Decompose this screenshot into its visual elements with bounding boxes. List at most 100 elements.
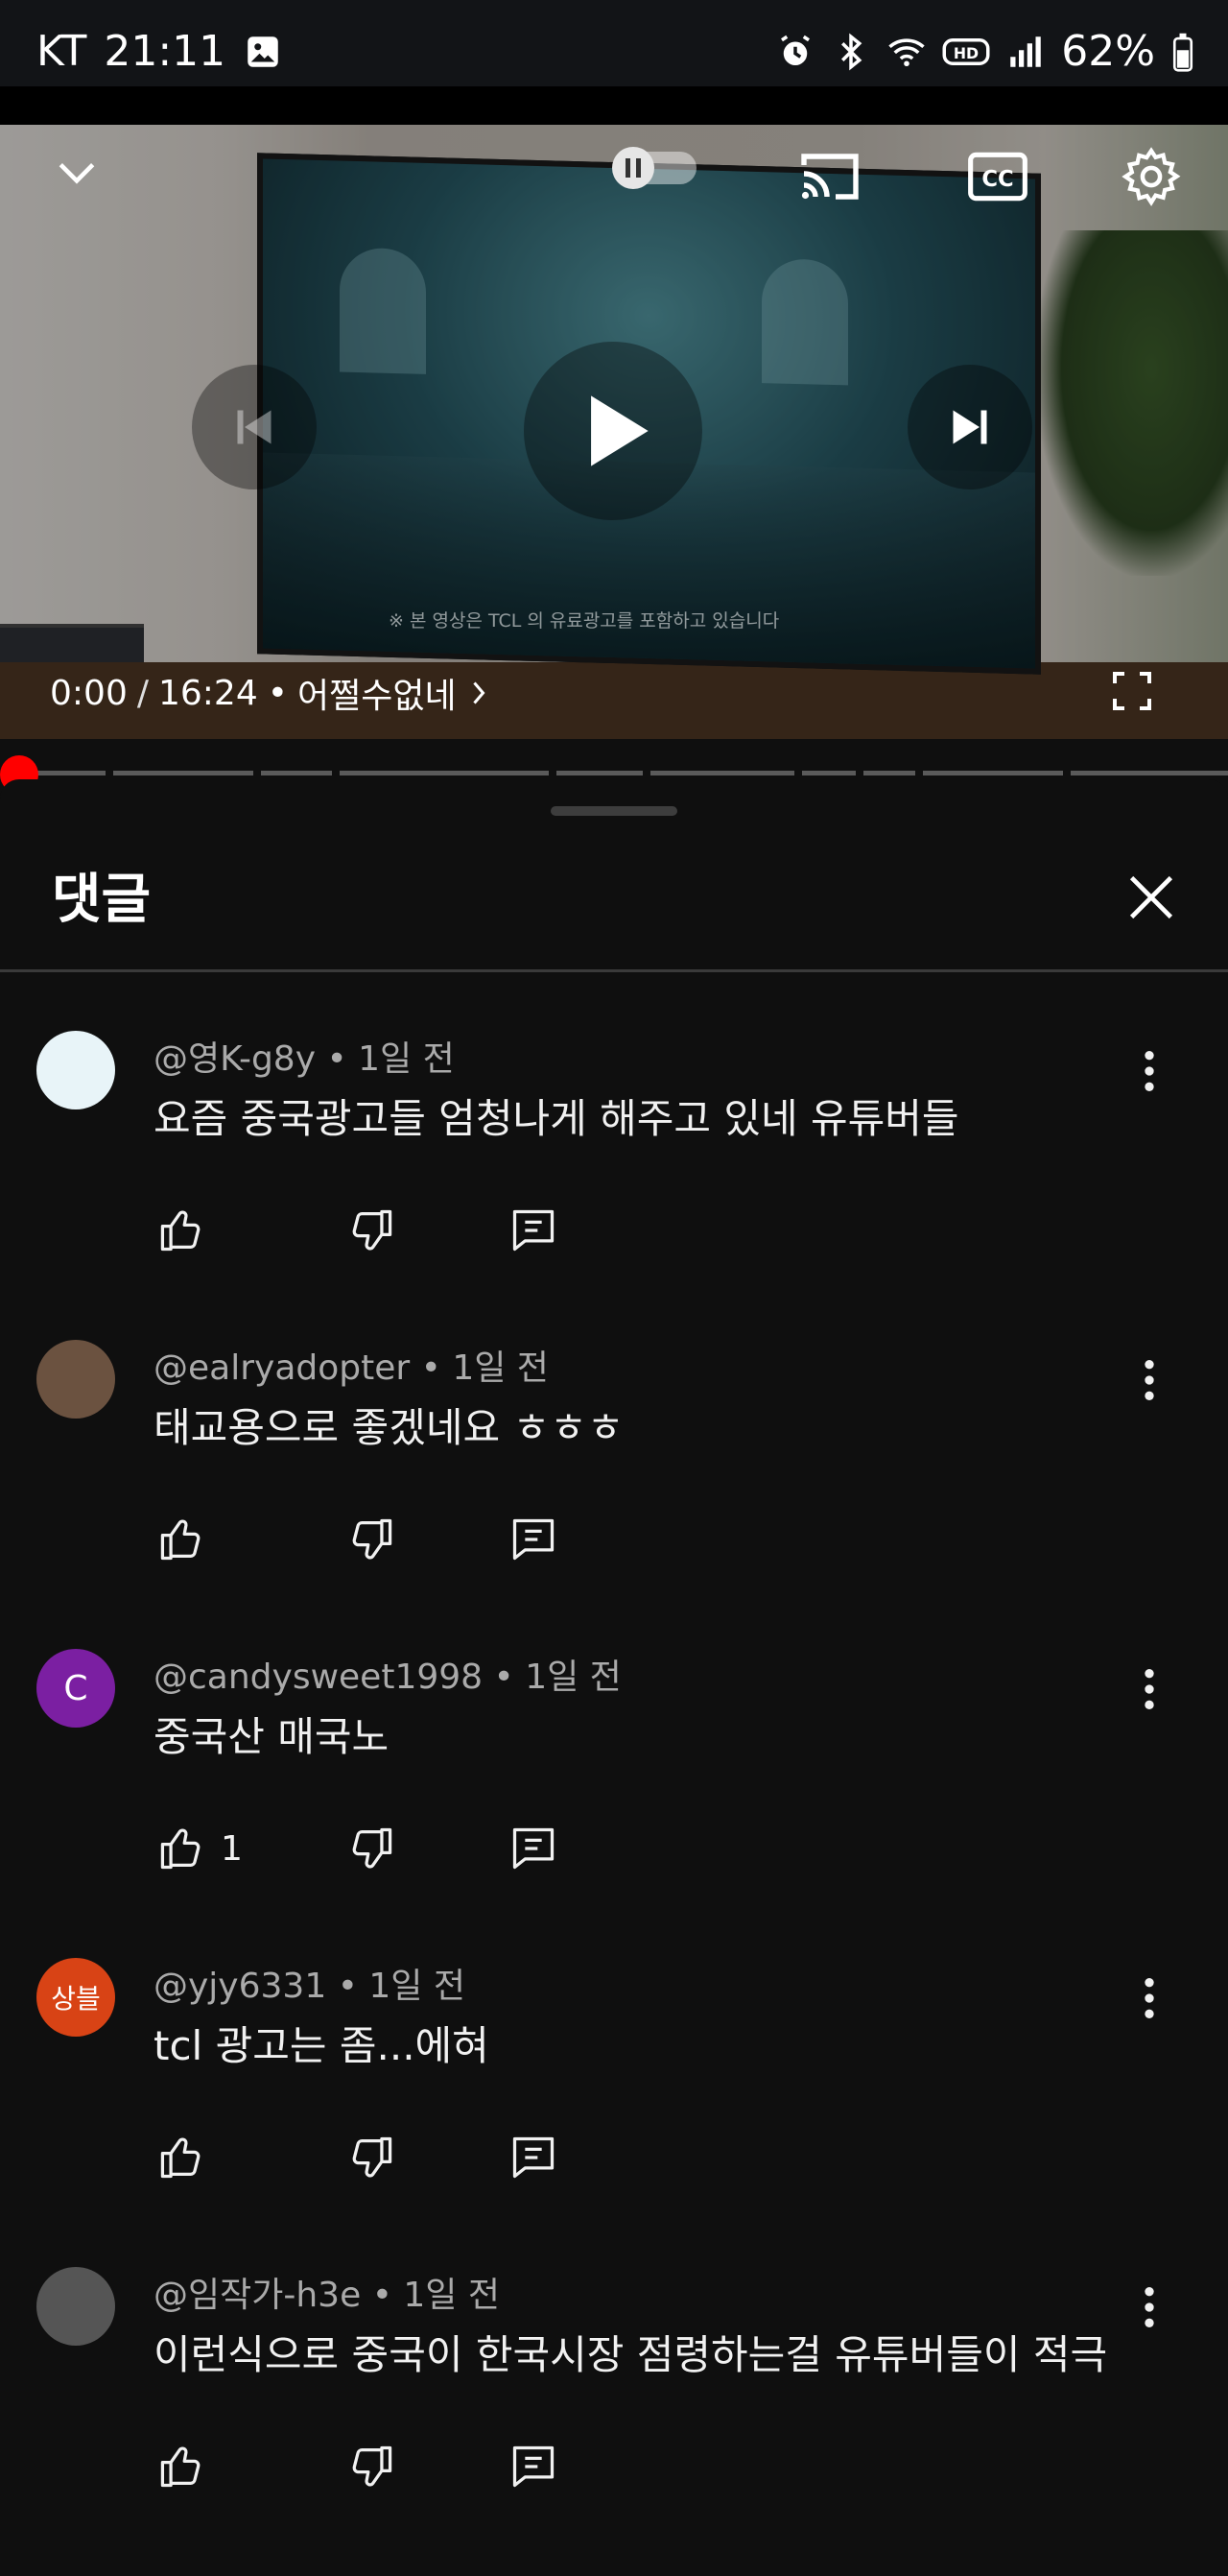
comment-time: 1일 전 <box>358 1039 455 1079</box>
reply-icon <box>512 1827 555 1870</box>
chevron-right-icon <box>472 681 485 704</box>
chapter-link[interactable]: 어쩔수없네 <box>297 668 493 718</box>
comment-item: @영K-g8y • 1일 전 요즘 중국광고들 엄청나게 해주고 있네 유튜버들 <box>0 1031 1228 1340</box>
duration: 16:24 <box>157 673 258 713</box>
more-vert-icon <box>1145 1978 1154 2018</box>
thumbs-down-icon <box>352 1827 392 1869</box>
play-button[interactable] <box>524 342 702 520</box>
more-actions-button[interactable] <box>1130 1662 1169 1716</box>
like-button[interactable] <box>154 1202 211 1259</box>
drag-handle[interactable] <box>551 806 677 816</box>
chapter-segment <box>1071 771 1228 775</box>
avatar[interactable]: C <box>36 1649 115 1728</box>
chapter-bullet: • <box>267 673 288 713</box>
more-actions-button[interactable] <box>1130 1353 1169 1407</box>
cc-icon: CC <box>968 152 1027 202</box>
comment-text: 중국산 매국노 <box>154 1713 390 1760</box>
chapter-title: 어쩔수없네 <box>296 677 457 716</box>
thumbs-down-icon <box>352 1518 392 1560</box>
hd-voice-icon: HD <box>942 37 990 65</box>
reply-icon <box>512 2445 555 2488</box>
chapter-segment <box>923 771 1063 775</box>
dislike-button[interactable] <box>342 1511 399 1568</box>
comment-actions <box>154 1511 562 1568</box>
dislike-button[interactable] <box>342 1202 399 1259</box>
close-button[interactable] <box>1118 864 1185 931</box>
pause-toggle-icon <box>612 147 697 189</box>
avatar[interactable] <box>36 1031 115 1109</box>
thumbs-up-icon <box>160 2137 201 2179</box>
autoplay-toggle[interactable] <box>601 138 716 196</box>
battery-percent: 62% <box>1061 27 1155 76</box>
comment-author[interactable]: @candysweet1998 <box>154 1658 483 1697</box>
comment-author[interactable]: @ealryadopter <box>154 1348 410 1388</box>
comment-text: 요즘 중국광고들 엄청나게 해주고 있네 유튜버들 <box>154 1095 959 1142</box>
fullscreen-button[interactable] <box>1103 662 1161 720</box>
dislike-button[interactable] <box>342 2438 399 2495</box>
more-actions-button[interactable] <box>1130 1044 1169 1098</box>
comment-author[interactable]: @yjy6331 <box>154 1967 326 2006</box>
comment-text: tcl 광고는 좀...에혀 <box>154 2022 489 2069</box>
avatar[interactable] <box>36 1340 115 1419</box>
meta-bullet: • <box>337 1967 369 2006</box>
previous-button[interactable] <box>192 365 317 489</box>
comment-meta: @영K-g8y • 1일 전 <box>154 1031 455 1081</box>
header-divider <box>0 969 1228 972</box>
seek-bar[interactable] <box>0 739 1228 794</box>
skip-previous-icon <box>237 410 272 444</box>
comments-sheet: 댓글 @영K-g8y • 1일 전 요즘 중국광고들 엄청나게 해주고 있네 유… <box>0 779 1228 2488</box>
chapter-segment <box>113 771 253 775</box>
comment-time: 1일 전 <box>403 2276 500 2315</box>
comment-item: 상블 @yjy6331 • 1일 전 tcl 광고는 좀...에혀 <box>0 1958 1228 2267</box>
comment-item: @임작가-h3e • 1일 전 이런식으로 중국이 한국시장 점령하는걸 유튜버… <box>0 2267 1228 2576</box>
carrier-label: KT <box>36 27 87 76</box>
dislike-button[interactable] <box>342 2129 399 2186</box>
comment-author[interactable]: @임작가-h3e <box>154 2276 361 2315</box>
chapter-segment <box>340 771 549 775</box>
thumbs-down-icon <box>352 2445 392 2487</box>
next-button[interactable] <box>908 365 1032 489</box>
avatar[interactable] <box>36 2267 115 2346</box>
reply-icon <box>512 1518 555 1561</box>
time-display: 0:00 / 16:24 • 어쩔수없네 <box>50 668 493 718</box>
comment-time: 1일 전 <box>452 1348 549 1388</box>
reply-button[interactable] <box>505 2438 562 2495</box>
more-actions-button[interactable] <box>1130 2280 1169 2334</box>
like-count: 1 <box>221 1828 243 1869</box>
like-button[interactable] <box>154 1511 211 1568</box>
dislike-button[interactable] <box>342 1820 399 1877</box>
cast-button[interactable] <box>791 138 868 215</box>
comments-title: 댓글 <box>52 869 152 931</box>
more-vert-icon <box>1145 1360 1154 1400</box>
thumbs-down-icon <box>352 2136 392 2178</box>
settings-button[interactable] <box>1113 138 1190 215</box>
minimize-button[interactable] <box>48 144 106 202</box>
video-player[interactable]: CC ※ 본 영상은 TCL 의 유료광고를 포함하고 있습니다 0:00 / … <box>0 125 1228 739</box>
comment-actions <box>154 2438 562 2495</box>
chapter-segment <box>556 771 643 775</box>
chapter-segment <box>802 771 856 775</box>
like-button[interactable] <box>154 2129 211 2186</box>
wifi-icon <box>888 37 925 66</box>
battery-icon <box>1172 33 1193 72</box>
reply-button[interactable] <box>505 2129 562 2186</box>
more-vert-icon <box>1145 1669 1154 1709</box>
meta-bullet: • <box>493 1658 526 1697</box>
captions-button[interactable]: CC <box>959 138 1036 215</box>
more-vert-icon <box>1145 1051 1154 1091</box>
more-vert-icon <box>1145 2287 1154 2327</box>
reply-button[interactable] <box>505 1511 562 1568</box>
comment-actions: 1 <box>154 1820 562 1877</box>
reply-button[interactable] <box>505 1202 562 1259</box>
comment-author[interactable]: @영K-g8y <box>154 1039 316 1079</box>
comment-actions <box>154 1202 562 1259</box>
reply-button[interactable] <box>505 1820 562 1877</box>
avatar[interactable]: 상블 <box>36 1958 115 2037</box>
like-button[interactable] <box>154 1820 211 1877</box>
meta-bullet: • <box>371 2276 404 2315</box>
more-actions-button[interactable] <box>1130 1971 1169 2025</box>
comment-meta: @ealryadopter • 1일 전 <box>154 1340 549 1390</box>
like-button[interactable] <box>154 2438 211 2495</box>
gear-icon <box>1122 147 1181 206</box>
svg-text:CC: CC <box>981 167 1013 192</box>
